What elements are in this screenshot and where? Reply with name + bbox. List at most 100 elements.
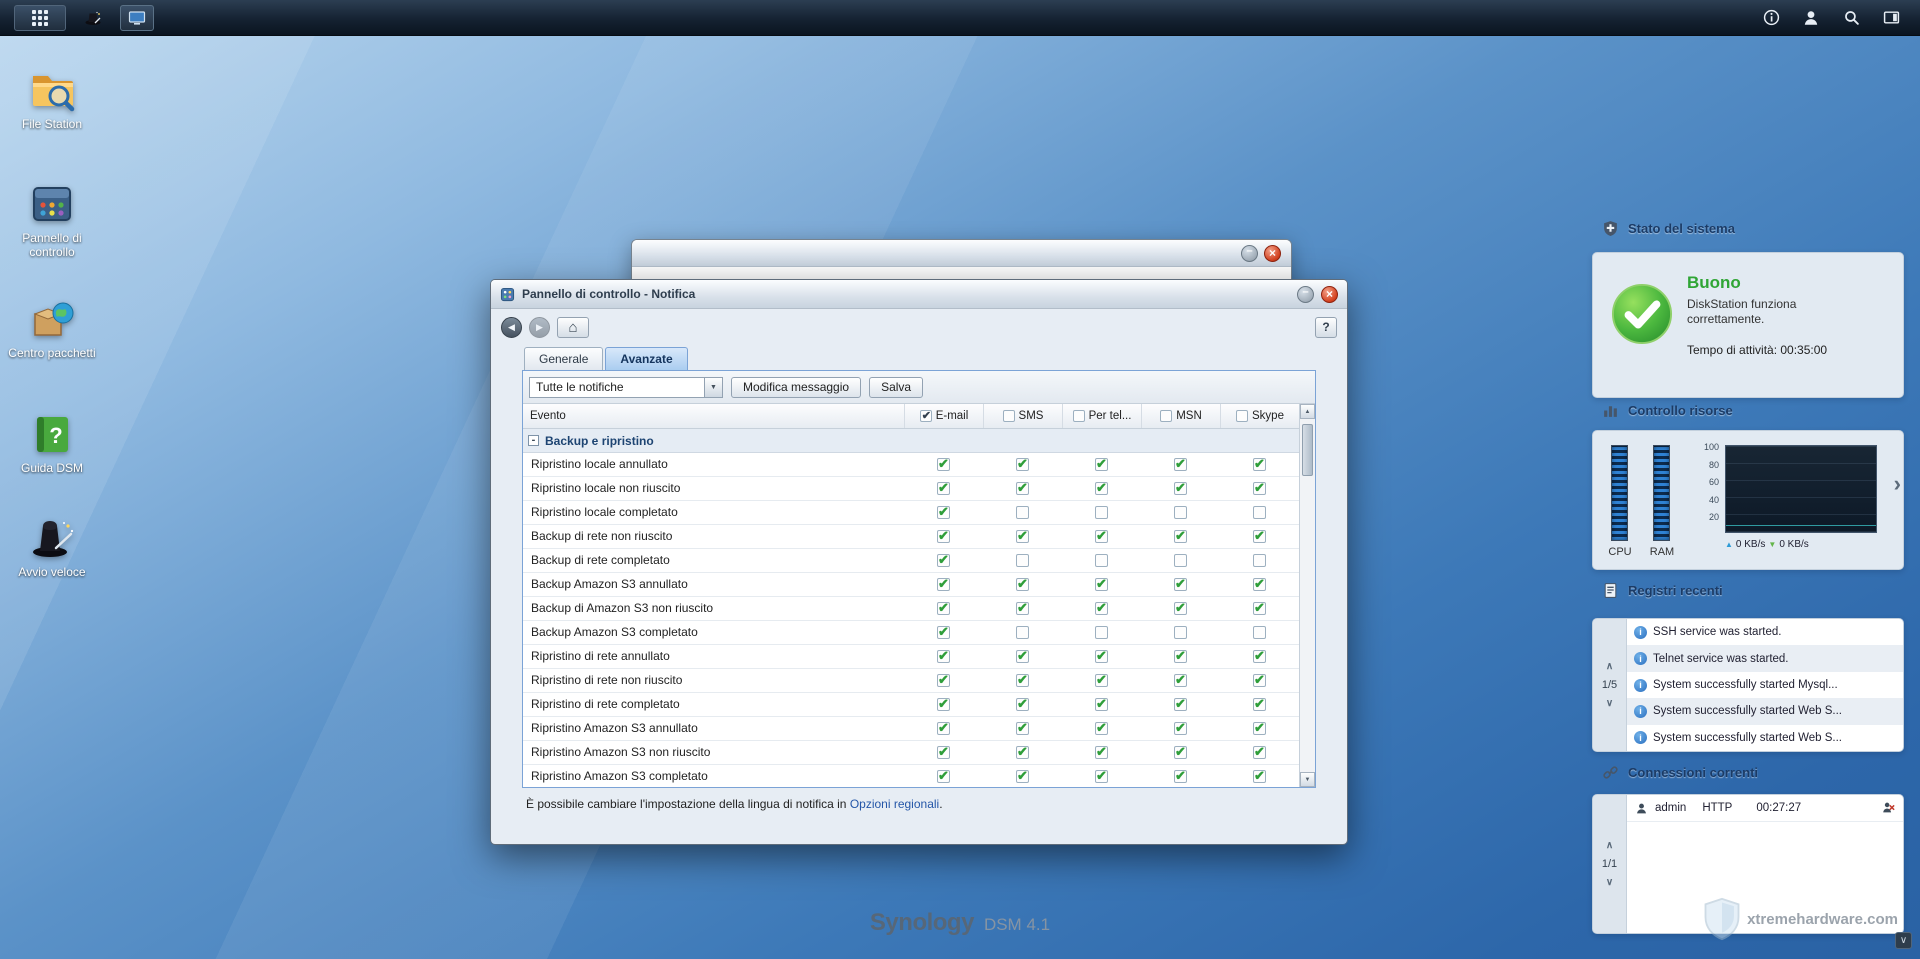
checkbox[interactable] [937, 746, 950, 759]
checkbox[interactable] [937, 482, 950, 495]
regional-options-link[interactable]: Opzioni regionali [850, 797, 939, 811]
checkbox[interactable] [1253, 650, 1266, 663]
checkbox[interactable] [1253, 698, 1266, 711]
checkbox[interactable] [1174, 482, 1187, 495]
checkbox[interactable] [1253, 770, 1266, 783]
desktop-icon-dsm-help[interactable]: ? Guida DSM [6, 410, 98, 476]
checkbox[interactable] [937, 602, 950, 615]
close-button[interactable] [1264, 245, 1281, 262]
checkbox[interactable] [1174, 746, 1187, 759]
checkbox[interactable] [1253, 506, 1266, 519]
checkbox[interactable] [1253, 626, 1266, 639]
back-button[interactable]: ◀ [501, 317, 522, 338]
taskbar-app-quick-start[interactable] [76, 5, 110, 31]
checkbox[interactable] [937, 722, 950, 735]
checkbox[interactable] [1016, 530, 1029, 543]
checkbox[interactable] [1174, 650, 1187, 663]
checkbox[interactable] [937, 458, 950, 471]
checkbox[interactable] [1016, 626, 1029, 639]
connection-row[interactable]: admin HTTP 00:27:27 [1627, 795, 1903, 822]
checkbox[interactable] [1174, 698, 1187, 711]
table-row[interactable]: Backup di rete non riuscito [523, 525, 1299, 549]
page-down-chevron[interactable]: ∨ [1606, 698, 1613, 709]
checkbox[interactable] [1095, 482, 1108, 495]
checkbox[interactable] [937, 554, 950, 567]
checkbox[interactable] [1095, 722, 1108, 735]
save-button[interactable]: Salva [869, 377, 923, 398]
minimize-button[interactable] [1241, 245, 1258, 262]
checkbox[interactable] [1016, 698, 1029, 711]
table-row[interactable]: Ripristino di rete annullato [523, 645, 1299, 669]
checkbox[interactable] [1174, 554, 1187, 567]
main-menu-button[interactable] [14, 5, 66, 31]
checkbox[interactable] [1095, 578, 1108, 591]
checkbox[interactable] [1016, 554, 1029, 567]
log-entry[interactable]: iTelnet service was started. [1627, 645, 1903, 671]
page-up-chevron[interactable]: ∧ [1606, 840, 1613, 851]
log-entry[interactable]: iSystem successfully started Web S... [1627, 725, 1903, 751]
checkbox[interactable] [1253, 530, 1266, 543]
table-row[interactable]: Ripristino di rete non riuscito [523, 669, 1299, 693]
checkbox[interactable] [1016, 602, 1029, 615]
checkbox[interactable] [937, 650, 950, 663]
page-up-chevron[interactable]: ∧ [1606, 661, 1613, 672]
column-header-email[interactable]: E-mail [904, 404, 983, 428]
home-button[interactable]: ⌂ [557, 317, 589, 338]
log-entry[interactable]: iSystem successfully started Mysql... [1627, 672, 1903, 698]
checkbox[interactable] [1095, 746, 1108, 759]
column-header-msn[interactable]: MSN [1141, 404, 1220, 428]
checkbox[interactable] [1174, 602, 1187, 615]
dialog-titlebar[interactable]: Pannello di controllo - Notifica [491, 280, 1347, 309]
desktop-icon-file-station[interactable]: File Station [6, 66, 98, 132]
checkbox[interactable] [1016, 746, 1029, 759]
edit-message-button[interactable]: Modifica messaggio [731, 377, 861, 398]
checkbox[interactable] [1174, 578, 1187, 591]
checkbox[interactable] [1095, 530, 1108, 543]
desktop-icon-package-center[interactable]: Centro pacchetti [6, 295, 98, 361]
checkbox[interactable] [937, 698, 950, 711]
table-row[interactable]: Ripristino Amazon S3 annullato [523, 717, 1299, 741]
checkbox[interactable] [1095, 770, 1108, 783]
checkbox[interactable] [1016, 722, 1029, 735]
column-header-sms[interactable]: SMS [983, 404, 1062, 428]
close-button[interactable] [1321, 286, 1338, 303]
chevron-down-icon[interactable] [704, 378, 722, 397]
checkbox[interactable] [1253, 722, 1266, 735]
column-checkbox[interactable] [1236, 410, 1248, 422]
checkbox[interactable] [1095, 698, 1108, 711]
forward-button[interactable]: ▶ [529, 317, 550, 338]
vertical-scrollbar[interactable]: ▲ ▼ [1299, 404, 1315, 787]
table-row[interactable]: Backup di Amazon S3 non riuscito [523, 597, 1299, 621]
checkbox[interactable] [1016, 578, 1029, 591]
minimize-button[interactable] [1297, 286, 1314, 303]
checkbox[interactable] [1174, 530, 1187, 543]
checkbox[interactable] [1253, 458, 1266, 471]
column-checkbox[interactable] [1160, 410, 1172, 422]
checkbox[interactable] [1095, 650, 1108, 663]
checkbox[interactable] [1253, 578, 1266, 591]
checkbox[interactable] [1095, 554, 1108, 567]
checkbox[interactable] [937, 578, 950, 591]
taskbar-app-storage-manager[interactable] [120, 5, 154, 31]
checkbox[interactable] [1253, 746, 1266, 759]
checkbox[interactable] [1016, 674, 1029, 687]
column-checkbox[interactable] [1073, 410, 1085, 422]
checkbox[interactable] [1253, 674, 1266, 687]
help-button[interactable]: ? [1315, 317, 1337, 338]
checkbox[interactable] [1016, 482, 1029, 495]
widgets-panel-icon[interactable] [1880, 7, 1902, 29]
table-row[interactable]: Backup Amazon S3 completato [523, 621, 1299, 645]
log-entry[interactable]: iSystem successfully started Web S... [1627, 698, 1903, 724]
table-row[interactable]: Ripristino locale annullato [523, 453, 1299, 477]
table-row[interactable]: Ripristino locale completato [523, 501, 1299, 525]
checkbox[interactable] [1016, 650, 1029, 663]
window-titlebar[interactable] [632, 240, 1291, 267]
checkbox[interactable] [1016, 506, 1029, 519]
tab-avanzate[interactable]: Avanzate [605, 347, 687, 370]
table-row[interactable]: Ripristino Amazon S3 non riuscito [523, 741, 1299, 765]
checkbox[interactable] [1174, 626, 1187, 639]
search-icon[interactable] [1840, 7, 1862, 29]
checkbox[interactable] [1253, 554, 1266, 567]
notification-filter-select[interactable]: Tutte le notifiche [529, 377, 723, 398]
desktop-icon-control-panel[interactable]: Pannello di controllo [6, 180, 98, 260]
